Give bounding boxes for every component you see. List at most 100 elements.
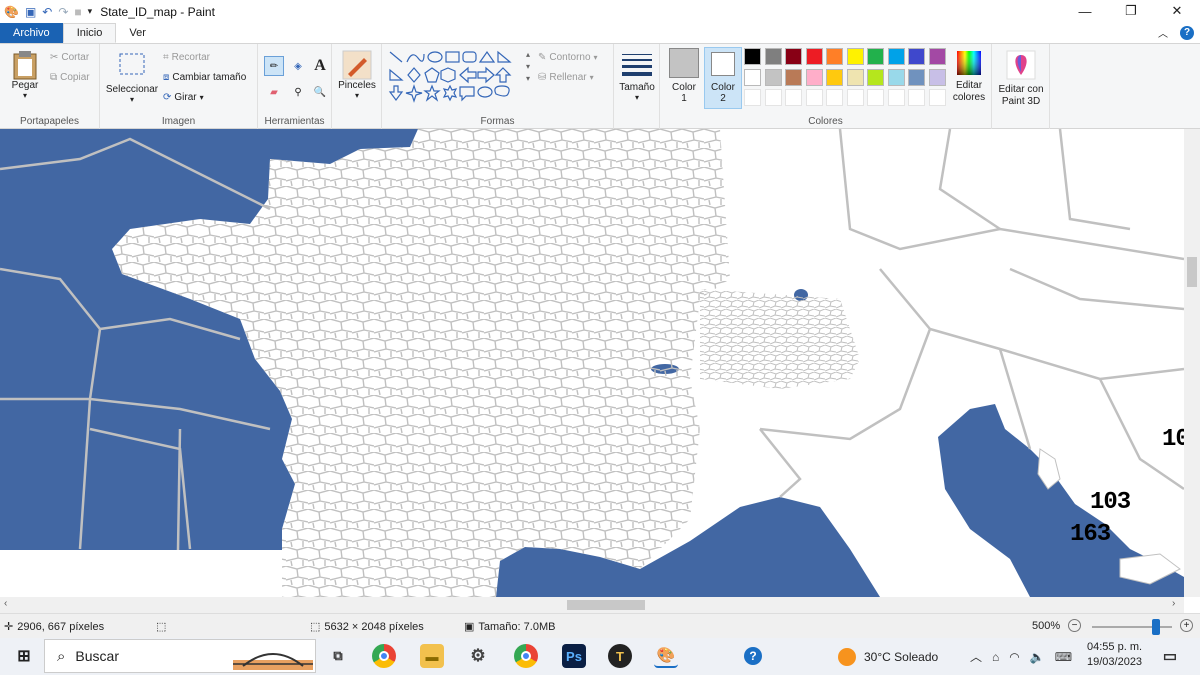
start-button[interactable]: ⊞ <box>12 644 36 668</box>
notifications-icon[interactable]: ▭ <box>1158 644 1182 668</box>
shapes-scroll[interactable]: ▴ ▾ ▾ <box>526 50 530 83</box>
palette-swatch[interactable] <box>764 48 782 65</box>
palette-swatch[interactable] <box>887 48 905 65</box>
color1-button[interactable]: Color 1 <box>666 48 702 104</box>
vertical-scroll-thumb[interactable] <box>1187 257 1197 287</box>
wifi-icon[interactable]: ◠ <box>1009 650 1019 664</box>
vertical-scrollbar[interactable] <box>1184 129 1200 597</box>
palette-swatch[interactable] <box>846 48 864 65</box>
chrome-taskbar-icon[interactable] <box>372 644 396 668</box>
collapse-ribbon-icon[interactable]: ︿ <box>1158 25 1168 40</box>
zoom-slider-thumb[interactable] <box>1152 619 1160 635</box>
palette-swatch[interactable] <box>928 68 946 86</box>
taskbar-search[interactable]: ⌕ Buscar <box>44 639 316 673</box>
help-tips-icon[interactable]: ? <box>744 647 762 665</box>
palette-swatch[interactable] <box>805 68 823 86</box>
language-icon[interactable]: ⌨ <box>1055 650 1072 664</box>
close-icon[interactable]: ✕ <box>1154 0 1200 22</box>
palette-swatch[interactable] <box>826 48 843 65</box>
weather-widget[interactable]: 30°C Soleado <box>838 638 938 675</box>
cut-button[interactable]: ✂ Cortar <box>50 52 89 63</box>
color-picker-tool[interactable]: ⚲ <box>288 82 308 102</box>
horizontal-scroll-thumb[interactable] <box>567 600 645 610</box>
palette-swatch[interactable] <box>887 89 905 106</box>
settings-gear-icon[interactable]: ⚙ <box>466 644 490 668</box>
palette-swatch[interactable] <box>764 68 782 86</box>
palette-swatch[interactable] <box>867 89 884 106</box>
color-square-icon[interactable]: ■ <box>74 5 81 19</box>
save-icon[interactable]: ▣ <box>25 5 36 19</box>
paint-app-icon[interactable]: 🎨 <box>4 5 19 19</box>
palette-swatch[interactable] <box>867 48 884 65</box>
palette-swatch[interactable] <box>764 89 782 106</box>
palette-swatch[interactable] <box>867 68 884 86</box>
tab-view[interactable]: Ver <box>116 23 159 43</box>
undo-icon[interactable]: ↶ <box>42 5 52 19</box>
tab-file[interactable]: Archivo <box>0 23 63 43</box>
shapes-gallery[interactable] <box>388 50 524 106</box>
minimize-icon[interactable]: — <box>1062 0 1108 22</box>
palette-swatch[interactable] <box>908 89 925 106</box>
network-device-icon[interactable]: ⌂ <box>992 650 999 664</box>
crop-button[interactable]: ⌗ Recortar <box>163 52 210 63</box>
edit-paint3d-button[interactable]: Editar con Paint 3D <box>996 50 1046 108</box>
outline-button[interactable]: ✎ Contorno ▾ <box>538 52 598 63</box>
palette-swatch[interactable] <box>826 68 843 86</box>
size-button[interactable]: Tamaño ▾ <box>618 52 656 102</box>
palette-swatch[interactable] <box>928 89 946 106</box>
palette-swatch[interactable] <box>744 48 761 65</box>
zoom-slider[interactable] <box>1092 619 1172 635</box>
rotate-button[interactable]: ⟳ Girar ▾ <box>163 92 204 103</box>
task-view-button[interactable]: ⧉ <box>326 644 350 668</box>
text-tool[interactable]: A <box>310 56 330 76</box>
customize-icon[interactable]: ▾ <box>88 6 93 17</box>
palette-swatch[interactable] <box>744 89 761 106</box>
palette-swatch[interactable] <box>826 89 843 106</box>
restore-icon[interactable]: ❐ <box>1108 0 1154 22</box>
app-t-icon[interactable]: T <box>608 644 632 668</box>
taskbar-clock[interactable]: 04:55 p. m. 19/03/2023 <box>1087 640 1142 670</box>
brushes-button[interactable]: Pinceles ▾ <box>338 50 376 100</box>
select-button[interactable]: Seleccionar ▾ <box>106 52 158 104</box>
eyedropper-icon: ⚲ <box>294 86 302 98</box>
pencil-icon: ✏ <box>269 60 279 72</box>
edit-colors-button[interactable]: Editar colores <box>950 50 988 104</box>
color2-button[interactable]: Color 2 <box>704 47 742 109</box>
fill-button[interactable]: ⛁ Rellenar ▾ <box>538 72 594 83</box>
palette-swatch[interactable] <box>846 68 864 86</box>
palette-swatch[interactable] <box>785 89 802 106</box>
pencil-tool[interactable]: ✏ <box>264 56 284 76</box>
horizontal-scrollbar[interactable]: ‹ › <box>0 597 1184 613</box>
copy-button[interactable]: ⧉ Copiar <box>50 72 90 83</box>
palette-swatch[interactable] <box>785 48 802 65</box>
paste-button[interactable]: Pegar ▾ <box>8 50 42 100</box>
fill-tool[interactable]: ◈ <box>288 56 308 76</box>
scroll-left-icon[interactable]: ‹ <box>4 598 7 609</box>
palette-swatch[interactable] <box>928 48 946 65</box>
photoshop-icon[interactable]: Ps <box>562 644 586 668</box>
chevron-up-icon[interactable]: ︿ <box>970 648 982 665</box>
palette-swatch[interactable] <box>805 89 823 106</box>
palette-swatch[interactable] <box>744 68 761 86</box>
color-wheel-icon <box>957 51 981 75</box>
palette-swatch[interactable] <box>846 89 864 106</box>
paint-taskbar-icon[interactable]: 🎨 <box>654 644 678 668</box>
magnifier-tool[interactable]: 🔍 <box>310 82 330 102</box>
resize-button[interactable]: ⧈ Cambiar tamaño <box>163 72 246 83</box>
drawing-canvas[interactable]: 10 103 163 <box>0 129 1184 597</box>
help-icon[interactable]: ? <box>1180 25 1194 40</box>
palette-swatch[interactable] <box>785 68 802 86</box>
zoom-out-button[interactable]: − <box>1068 619 1081 632</box>
palette-swatch[interactable] <box>887 68 905 86</box>
chrome-profile-taskbar-icon[interactable] <box>514 644 538 668</box>
scroll-right-icon[interactable]: › <box>1172 598 1175 609</box>
palette-swatch[interactable] <box>908 48 925 65</box>
zoom-in-button[interactable]: + <box>1180 619 1193 632</box>
tab-home[interactable]: Inicio <box>62 23 117 43</box>
volume-icon[interactable]: 🔈 <box>1030 650 1045 664</box>
file-explorer-icon[interactable]: ▬ <box>420 644 444 668</box>
redo-icon[interactable]: ↷ <box>58 5 68 19</box>
palette-swatch[interactable] <box>908 68 925 86</box>
palette-swatch[interactable] <box>805 48 823 65</box>
eraser-tool[interactable]: ▰ <box>264 82 284 102</box>
